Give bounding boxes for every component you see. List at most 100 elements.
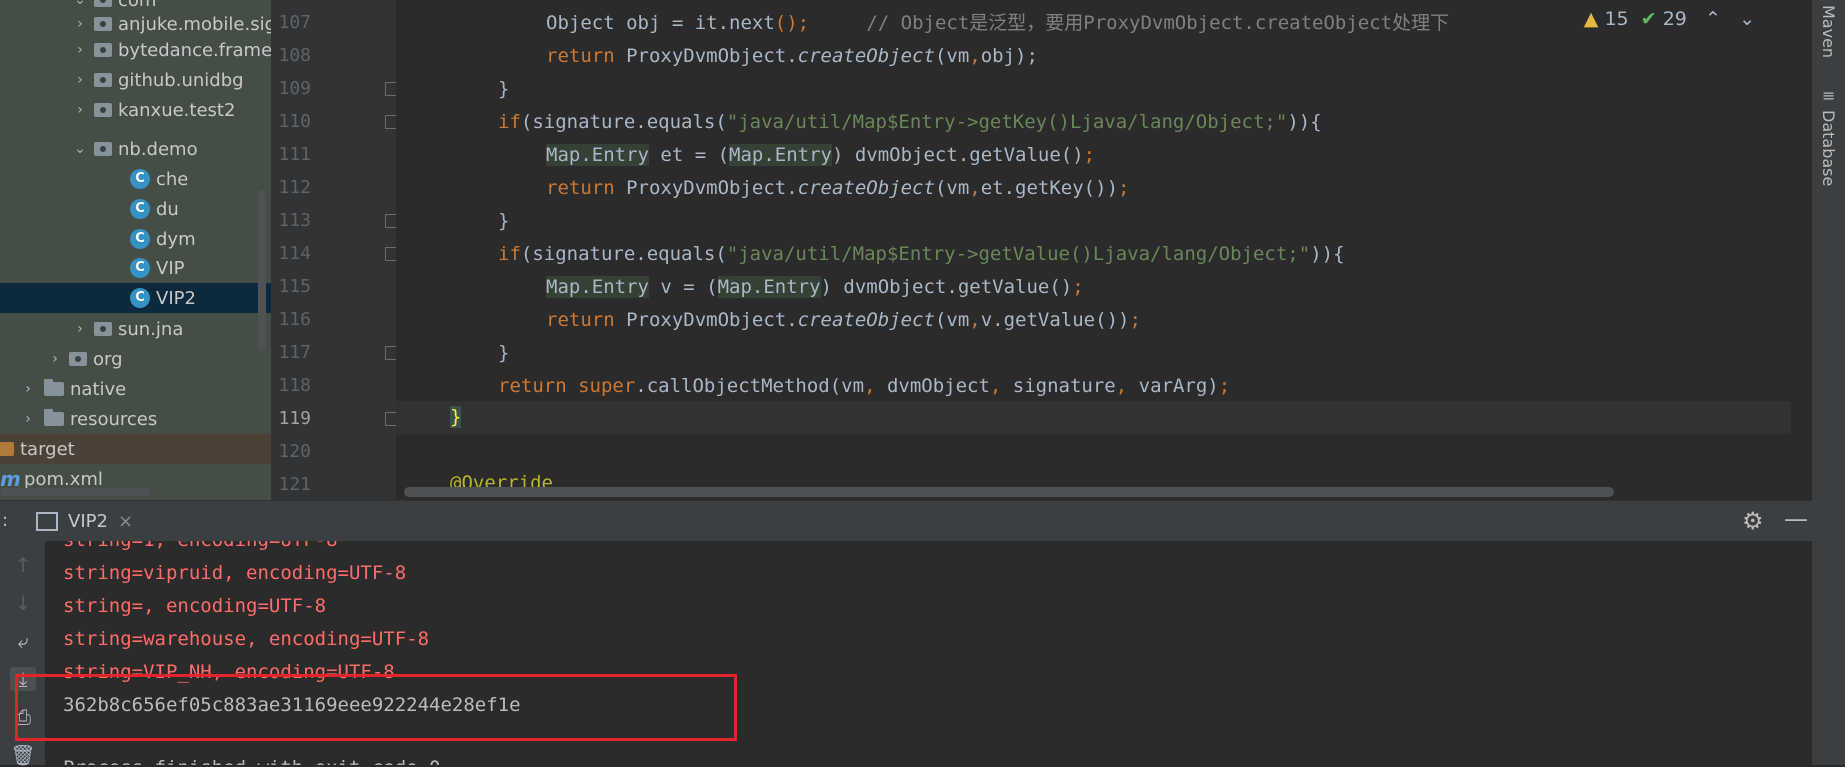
code-token: return: [546, 45, 627, 67]
code-token: if: [498, 243, 521, 265]
tree-item-vip[interactable]: C VIP: [0, 253, 271, 283]
trash-icon[interactable]: 🗑: [10, 743, 36, 767]
tree-item-native[interactable]: › native: [0, 374, 271, 404]
code-token: createObject: [797, 309, 935, 331]
tree-vertical-scrollbar[interactable]: [258, 190, 266, 350]
panel-title-marker: :: [2, 510, 9, 531]
maven-tool-button[interactable]: Maven: [1819, 5, 1838, 58]
chevron-right-icon[interactable]: ›: [45, 351, 65, 367]
code-string: "java/util/Map$Entry->getValue()Ljava/la…: [726, 243, 1311, 265]
chevron-down-icon[interactable]: ⌄: [70, 0, 90, 8]
code-token: ProxyDvmObject.: [626, 45, 798, 67]
tree-item-vip2[interactable]: C VIP2: [0, 283, 271, 313]
check-icon: ✔: [1640, 8, 1657, 30]
code-token: Map.Entry: [717, 276, 821, 298]
tree-item-label: che: [156, 168, 189, 190]
code-line-110: if(signature.equals("java/util/Map$Entry…: [498, 106, 1322, 139]
code-token: (signature.equals(: [520, 243, 727, 265]
line-number: 111: [278, 144, 311, 165]
excluded-folder-icon: [0, 442, 14, 456]
soft-wrap-icon[interactable]: ⤶: [10, 629, 36, 653]
tree-item-du[interactable]: Cdu: [0, 194, 271, 224]
database-tool-button[interactable]: Database: [1819, 110, 1838, 186]
tree-item-org[interactable]: › org: [0, 344, 271, 374]
tree-item-kanxue[interactable]: › kanxue.test2: [0, 95, 271, 125]
line-number: 116: [278, 309, 311, 330]
arrow-up-icon[interactable]: ↑: [10, 553, 36, 577]
code-line-108: return ProxyDvmObject.createObject(vm,ob…: [546, 40, 1038, 73]
tree-horizontal-scrollbar[interactable]: [0, 488, 150, 496]
code-token: ;: [1072, 276, 1084, 298]
java-class-icon: C: [130, 199, 150, 219]
tree-item-nbdemo[interactable]: ⌄ nb.demo: [0, 134, 271, 164]
tree-item-bytedance[interactable]: › bytedance.frame: [0, 35, 271, 65]
code-line-117: }: [498, 342, 510, 364]
code-token: ,: [989, 375, 1013, 397]
code-token: ,: [969, 177, 981, 199]
tree-item-label: native: [70, 378, 127, 400]
code-line-114: if(signature.equals("java/util/Map$Entry…: [498, 238, 1345, 271]
editor-gutter: 107 108 109 110 111 112 113 114 115 116 …: [271, 0, 396, 500]
tree-item-label: nb.demo: [118, 138, 198, 160]
minimize-icon[interactable]: —: [1784, 505, 1808, 533]
tab-label: VIP2: [68, 511, 108, 532]
inspection-status[interactable]: ▲ 15 ✔ 29 ⌃ ⌄: [1584, 8, 1755, 30]
chevron-right-icon[interactable]: ›: [70, 321, 90, 337]
gear-icon[interactable]: ⚙: [1742, 507, 1764, 535]
chevron-right-icon[interactable]: ›: [18, 411, 38, 427]
chevron-up-icon[interactable]: ⌃: [1705, 8, 1721, 30]
tab-vip2[interactable]: VIP2 ×: [36, 501, 133, 542]
code-editor[interactable]: Object obj = it.next(); // Object是泛型，要用P…: [396, 0, 1791, 500]
editor-horizontal-scrollbar[interactable]: [404, 487, 1614, 497]
line-number: 121: [278, 474, 311, 495]
code-token: if: [498, 111, 521, 133]
arrow-down-icon[interactable]: ↓: [10, 591, 36, 615]
tree-item-label: dym: [156, 228, 196, 250]
tree-item-label: resources: [70, 408, 158, 430]
project-tree: ⌄ com › anjuke.mobile.sig › bytedance.frame…: [0, 0, 271, 500]
tree-item-label: du: [156, 198, 179, 220]
code-token: ) dvmObject.getValue(): [820, 276, 1073, 298]
code-token: return: [546, 309, 627, 331]
tree-item-resources[interactable]: › resources: [0, 404, 271, 434]
code-token: return: [546, 177, 627, 199]
tree-item-sunjna[interactable]: › sun.jna: [0, 314, 271, 344]
code-token: Object obj = it.next: [546, 12, 775, 34]
chevron-right-icon[interactable]: ›: [70, 16, 90, 32]
line-number: 108: [278, 45, 311, 66]
java-class-icon: C: [130, 229, 150, 249]
code-token: Map.Entry: [546, 144, 649, 166]
close-icon[interactable]: ×: [118, 511, 133, 532]
line-number: 118: [278, 375, 311, 396]
code-token: ,: [864, 375, 887, 397]
tree-item-label: sun.jna: [118, 318, 184, 340]
run-panel-header: : VIP2 × ⚙ —: [0, 500, 1812, 542]
package-icon: [94, 322, 112, 336]
java-class-icon: C: [130, 169, 150, 189]
chevron-right-icon[interactable]: ›: [18, 381, 38, 397]
tree-item-dym[interactable]: Cdym: [0, 224, 271, 254]
tree-item-github[interactable]: › github.unidbg: [0, 65, 271, 95]
package-icon: [94, 73, 112, 87]
chevron-right-icon[interactable]: ›: [70, 72, 90, 88]
chevron-right-icon[interactable]: ›: [70, 102, 90, 118]
code-token: .callObjectMethod(vm: [635, 375, 865, 397]
line-number: 115: [278, 276, 311, 297]
code-token: signature: [1012, 375, 1116, 397]
code-line-118: return super.callObjectMethod(vm, dvmObj…: [498, 370, 1230, 403]
code-line-111: Map.Entry et = (Map.Entry) dvmObject.get…: [546, 139, 1095, 172]
java-class-icon: C: [130, 258, 150, 278]
package-icon: [94, 142, 112, 156]
code-line-107: Object obj = it.next(); // Object是泛型，要用P…: [546, 7, 1449, 40]
tree-item-label: kanxue.test2: [118, 99, 236, 121]
chevron-down-icon[interactable]: ⌄: [1739, 8, 1755, 30]
tree-item-target[interactable]: target: [0, 434, 271, 464]
code-token: (vm: [934, 177, 970, 199]
chevron-right-icon[interactable]: ›: [70, 42, 90, 58]
code-token: ;: [1218, 375, 1231, 397]
chevron-down-icon[interactable]: ⌄: [70, 141, 90, 157]
tree-item-che[interactable]: Cche: [0, 164, 271, 194]
code-token: ,: [969, 45, 981, 67]
tree-item-label: VIP: [156, 257, 185, 279]
code-token: et.getKey()): [980, 177, 1119, 199]
